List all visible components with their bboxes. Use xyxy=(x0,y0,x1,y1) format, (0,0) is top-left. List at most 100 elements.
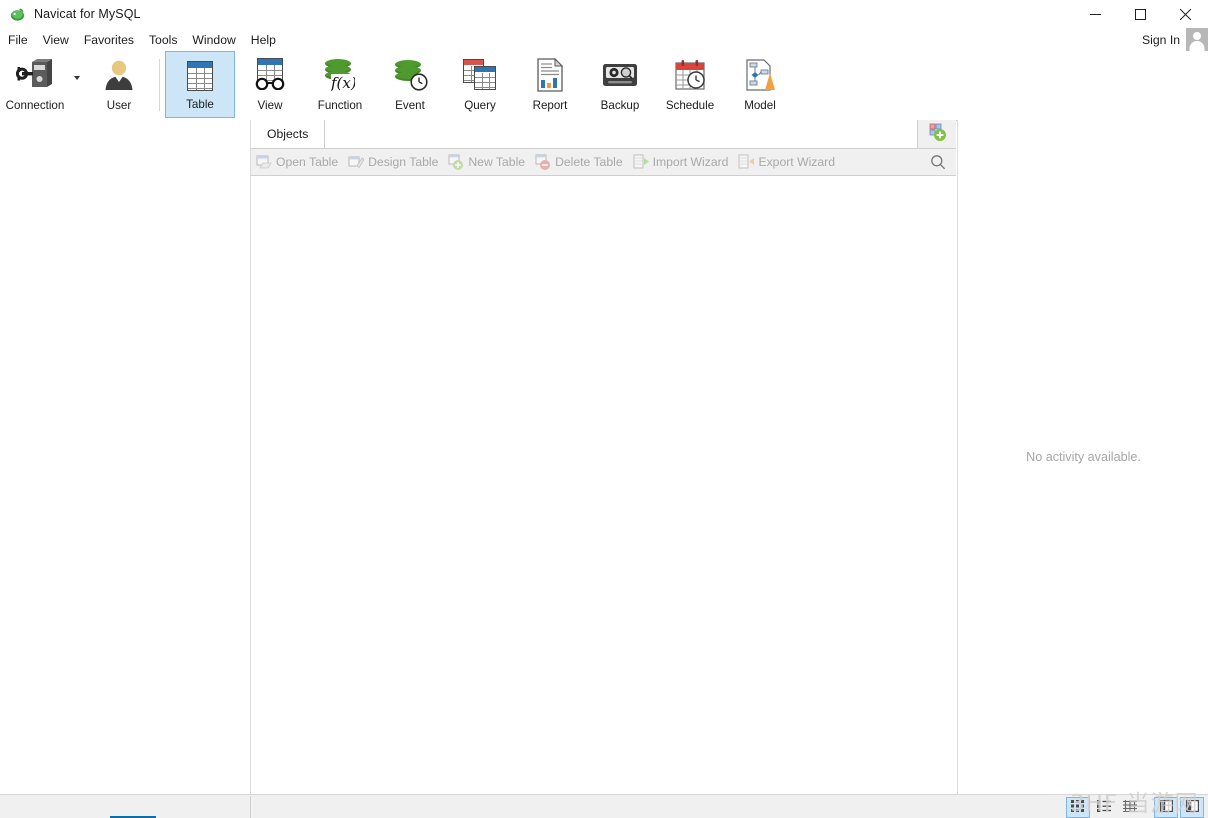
event-clock-icon xyxy=(390,57,430,93)
toolbar-event-button[interactable]: Event xyxy=(375,51,445,118)
toolbar-view-button[interactable]: View xyxy=(235,51,305,118)
new-object-button[interactable] xyxy=(917,120,956,148)
toolbar-table-label: Table xyxy=(186,98,214,111)
connection-plug-icon xyxy=(15,57,55,93)
toolbar-query-button[interactable]: Query xyxy=(445,51,515,118)
open-table-button[interactable]: Open Table xyxy=(251,149,343,175)
title-bar: Navicat for MySQL xyxy=(0,0,1208,28)
toolbar-table-button[interactable]: Table xyxy=(165,51,235,118)
model-diagram-icon xyxy=(740,57,780,93)
design-table-button[interactable]: Design Table xyxy=(343,149,443,175)
right-panel-icon xyxy=(1185,799,1199,817)
close-button[interactable] xyxy=(1163,0,1208,28)
grid-view-icon xyxy=(1071,799,1085,817)
toolbar-report-label: Report xyxy=(532,99,568,112)
report-document-icon xyxy=(530,57,570,93)
toolbar-query-label: Query xyxy=(464,99,496,112)
view-glasses-icon xyxy=(250,57,290,93)
activity-panel: No activity available. xyxy=(957,120,1208,794)
tab-strip: Objects xyxy=(251,120,956,149)
toolbar-schedule-label: Schedule xyxy=(665,99,715,112)
grid-view-button[interactable] xyxy=(1066,797,1090,818)
left-panel-icon xyxy=(1159,799,1173,817)
delete-table-label: Delete Table xyxy=(555,155,623,169)
connection-dropdown-button[interactable] xyxy=(70,51,84,118)
query-tables-icon xyxy=(460,57,500,93)
no-activity-message: No activity available. xyxy=(1026,450,1141,464)
open-table-icon xyxy=(256,154,272,170)
schedule-calendar-icon xyxy=(670,57,710,93)
toolbar-function-label: Function xyxy=(317,99,363,112)
chevron-down-icon xyxy=(74,75,80,80)
new-table-button[interactable]: New Table xyxy=(443,149,530,175)
connection-tree-sidebar[interactable] xyxy=(0,120,251,794)
avatar[interactable] xyxy=(1186,28,1208,51)
list-view-icon xyxy=(1097,799,1111,817)
navicat-window: Navicat for MySQL File View Favorites To… xyxy=(0,0,1208,818)
menu-window[interactable]: Window xyxy=(185,30,242,50)
design-table-icon xyxy=(348,154,365,170)
toolbar-event-label: Event xyxy=(395,99,425,112)
toolbar-model-button[interactable]: Model xyxy=(725,51,795,118)
center-panel: Objects Open Table Design Table New Tabl… xyxy=(251,120,956,794)
toolbar-separator xyxy=(159,59,160,111)
toolbar-report-button[interactable]: Report xyxy=(515,51,585,118)
search-icon[interactable] xyxy=(930,154,946,170)
toolbar-model-label: Model xyxy=(744,99,776,112)
tab-objects-label: Objects xyxy=(267,127,309,141)
import-wizard-label: Import Wizard xyxy=(652,155,729,169)
toolbar-user-button[interactable]: User xyxy=(84,51,154,118)
menu-tools[interactable]: Tools xyxy=(142,30,184,50)
export-wizard-icon xyxy=(738,154,755,170)
tab-objects[interactable]: Objects xyxy=(251,120,326,148)
toolbar-backup-button[interactable]: Backup xyxy=(585,51,655,118)
toolbar-function-button[interactable]: f(x) Function xyxy=(305,51,375,118)
new-table-icon xyxy=(448,154,464,170)
menu-favorites[interactable]: Favorites xyxy=(77,30,141,50)
minimize-button[interactable] xyxy=(1073,0,1118,28)
main-toolbar: Connection User Table View f(x) Function… xyxy=(0,51,1208,121)
menu-file[interactable]: File xyxy=(1,30,35,50)
open-table-label: Open Table xyxy=(276,155,339,169)
objects-list-area[interactable] xyxy=(251,176,956,794)
table-grid-icon xyxy=(180,58,220,94)
detail-view-button[interactable] xyxy=(1118,797,1142,818)
maximize-button[interactable] xyxy=(1118,0,1163,28)
import-wizard-icon xyxy=(633,154,649,170)
backup-tape-icon xyxy=(600,57,640,93)
toolbar-backup-label: Backup xyxy=(600,99,640,112)
toolbar-connection-label: Connection xyxy=(5,99,65,112)
detail-view-icon xyxy=(1123,799,1137,817)
list-view-button[interactable] xyxy=(1092,797,1116,818)
window-title: Navicat for MySQL xyxy=(34,7,141,21)
toolbar-schedule-button[interactable]: Schedule xyxy=(655,51,725,118)
delete-table-button[interactable]: Delete Table xyxy=(530,149,628,175)
navicat-logo-icon xyxy=(9,6,26,23)
export-wizard-button[interactable]: Export Wizard xyxy=(733,149,840,175)
status-divider xyxy=(250,796,251,818)
new-object-icon xyxy=(927,122,947,147)
menu-help[interactable]: Help xyxy=(244,30,283,50)
object-actions-toolbar: Open Table Design Table New Table Delete… xyxy=(251,149,956,176)
design-table-label: Design Table xyxy=(368,155,439,169)
menu-bar: File View Favorites Tools Window Help Si… xyxy=(0,28,1208,51)
left-panel-toggle-button[interactable] xyxy=(1154,797,1178,818)
toolbar-user-label: User xyxy=(106,99,132,112)
delete-table-icon xyxy=(535,154,551,170)
window-controls xyxy=(1073,0,1208,28)
toolbar-view-label: View xyxy=(257,99,283,112)
status-bar xyxy=(0,794,1208,818)
status-view-controls xyxy=(1066,797,1204,818)
svg-text:f(x): f(x) xyxy=(331,74,355,92)
sign-in-area: Sign In xyxy=(1142,28,1208,51)
sign-in-button[interactable]: Sign In xyxy=(1142,33,1180,47)
user-person-icon xyxy=(99,57,139,93)
export-wizard-label: Export Wizard xyxy=(758,155,835,169)
function-fx-icon: f(x) xyxy=(320,57,360,93)
menu-view[interactable]: View xyxy=(36,30,76,50)
import-wizard-button[interactable]: Import Wizard xyxy=(628,149,734,175)
toolbar-connection-button[interactable]: Connection xyxy=(0,51,70,118)
right-panel-toggle-button[interactable] xyxy=(1180,797,1204,818)
new-table-label: New Table xyxy=(468,155,526,169)
tab-strip-filler xyxy=(325,120,917,148)
